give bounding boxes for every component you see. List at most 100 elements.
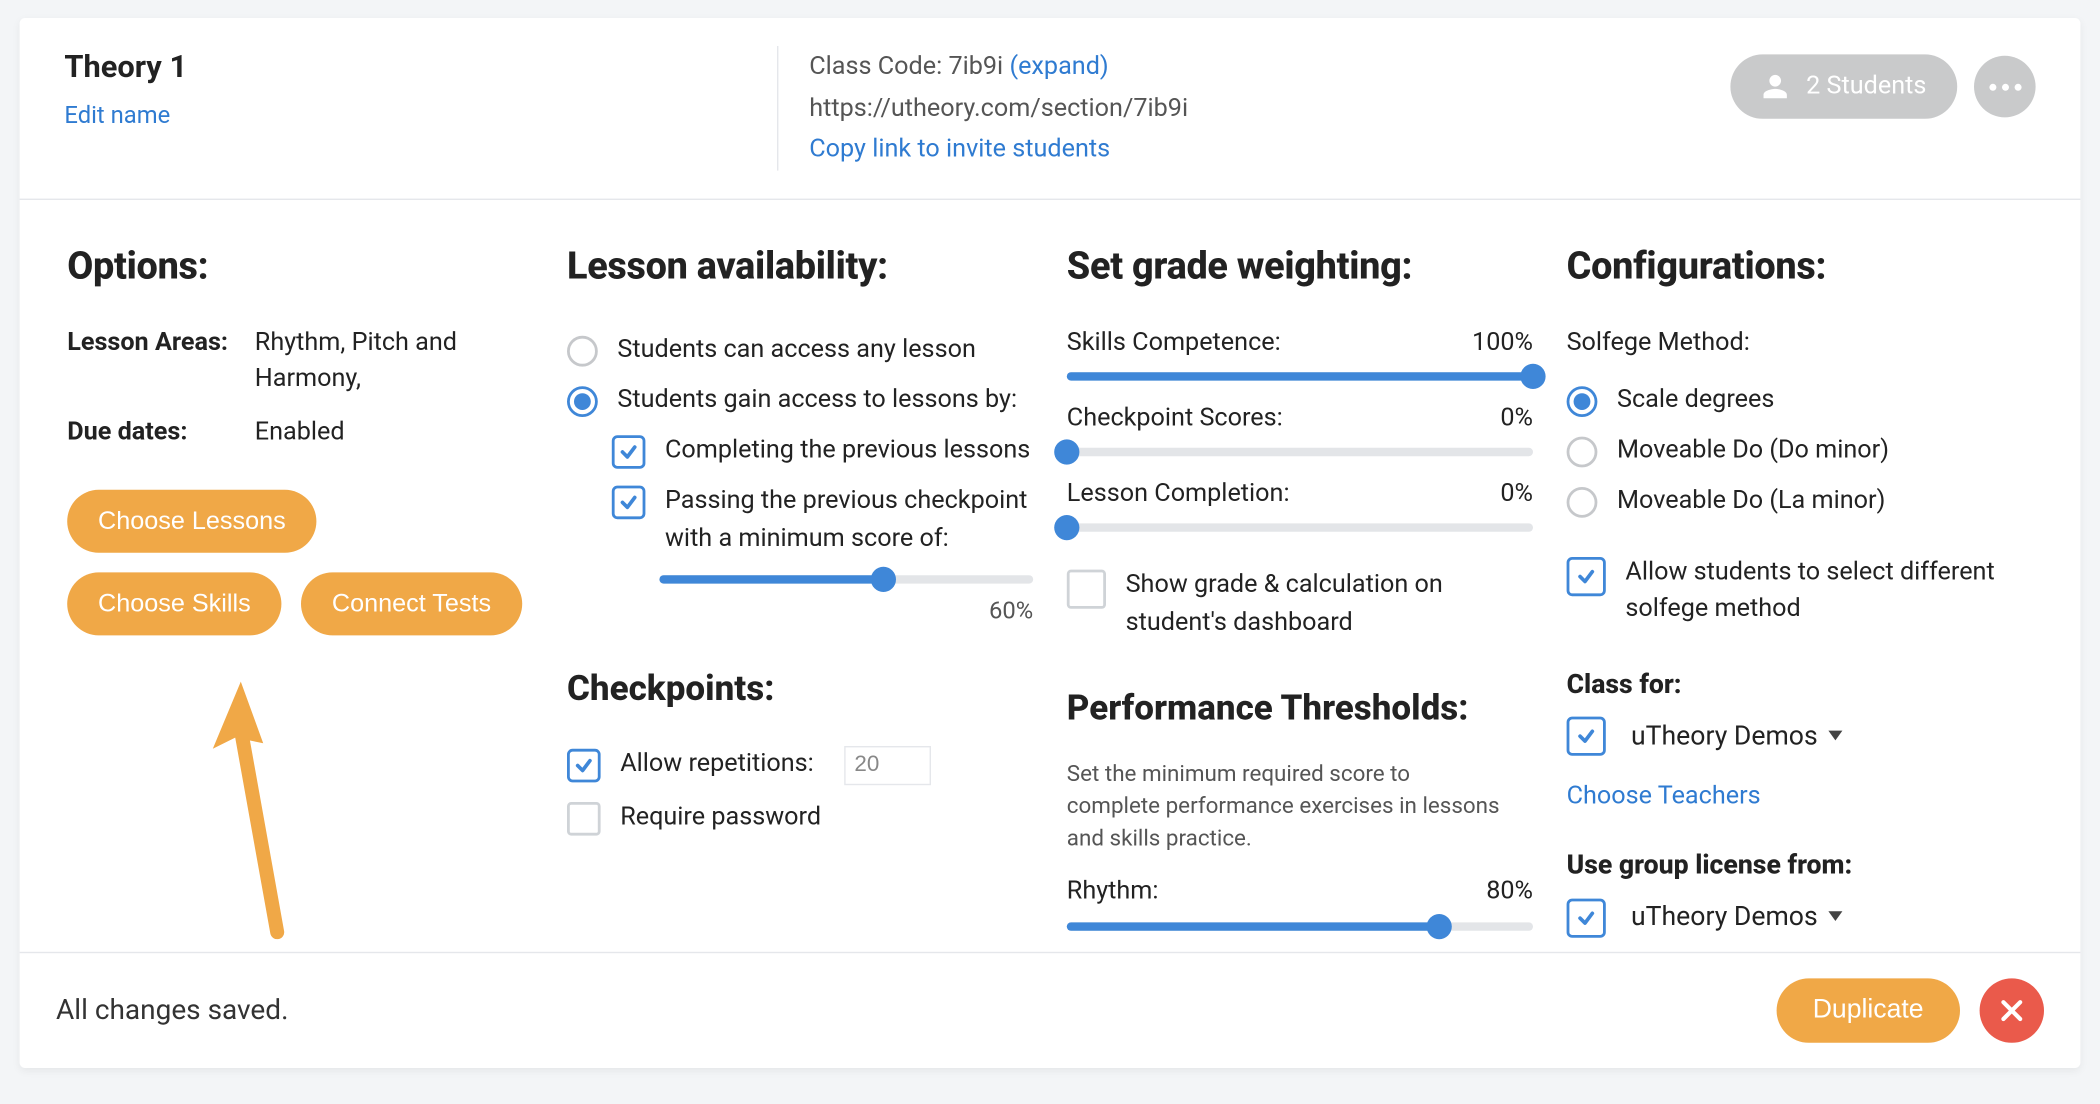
availability-heading: Lesson availability: [567, 239, 1033, 294]
save-status: All changes saved. [56, 990, 288, 1031]
checkpoints-heading: Checkpoints: [567, 665, 1033, 716]
allow-repetitions[interactable]: Allow repetitions: [567, 738, 1033, 791]
class-title-block: Theory 1 Edit name [64, 46, 680, 134]
solfege-do-minor[interactable]: Moveable Do (Do minor) [1567, 426, 2033, 477]
close-button[interactable] [1980, 978, 2044, 1042]
options-heading: Options: [67, 239, 533, 294]
min-score-slider-block: 60% [659, 575, 1033, 629]
radio-icon [1567, 387, 1598, 418]
weight-label: Lesson Completion: [1067, 476, 1290, 513]
weight-completion: Lesson Completion: 0% [1067, 476, 1533, 532]
settings-card: Theory 1 Edit name Class Code: 7ib9i (ex… [20, 18, 2081, 1068]
connect-tests-button[interactable]: Connect Tests [301, 573, 522, 636]
license-dropdown[interactable]: uTheory Demos [1631, 897, 1843, 936]
choose-teachers-link[interactable]: Choose Teachers [1567, 779, 2033, 816]
license-value: uTheory Demos [1631, 897, 1818, 936]
copy-link[interactable]: Copy link to invite students [809, 129, 1537, 171]
checkbox-icon [567, 801, 601, 835]
weight-label: Skills Competence: [1067, 325, 1281, 362]
card-footer: All changes saved. Duplicate [20, 952, 2081, 1068]
configurations-column: Configurations: Solfege Method: Scale de… [1567, 239, 2033, 937]
license-row: uTheory Demos [1567, 896, 2033, 938]
checkbox-icon [612, 436, 646, 470]
radio-icon [567, 336, 598, 367]
weight-value: 0% [1500, 476, 1533, 513]
condition-previous-lessons[interactable]: Completing the previous lessons [612, 426, 1033, 477]
configurations-heading: Configurations: [1567, 239, 2033, 294]
show-grade[interactable]: Show grade & calculation on student's da… [1067, 560, 1533, 647]
option-label: Lesson Areas: [67, 325, 235, 398]
class-code-label: Class Code: [809, 52, 942, 81]
edit-name-link[interactable]: Edit name [64, 99, 680, 133]
checkbox-icon[interactable] [1567, 899, 1606, 938]
content-grid: Options: Lesson Areas: Rhythm, Pitch and… [20, 200, 2081, 952]
availability-gain-access-label: Students gain access to lessons by: [617, 382, 1017, 419]
dot-icon [2001, 83, 2008, 90]
class-title: Theory 1 [64, 46, 680, 91]
radio-icon [567, 387, 598, 418]
option-value: Rhythm, Pitch and Harmony, [255, 325, 534, 398]
solfege-option-label: Moveable Do (Do minor) [1617, 433, 1889, 470]
solfege-scale-degrees[interactable]: Scale degrees [1567, 375, 2033, 426]
threshold-value: 80% [1486, 874, 1533, 911]
class-for-value: uTheory Demos [1631, 716, 1818, 755]
weight-skills: Skills Competence: 100% [1067, 325, 1533, 381]
weight-label: Checkpoint Scores: [1067, 401, 1283, 438]
allow-student-select-label: Allow students to select different solfe… [1625, 554, 2032, 627]
thresholds-heading: Performance Thresholds: [1067, 684, 1533, 735]
radio-icon [1567, 437, 1598, 468]
thresholds-description: Set the minimum required score to comple… [1067, 757, 1501, 854]
class-for-dropdown[interactable]: uTheory Demos [1631, 716, 1843, 755]
allow-student-select[interactable]: Allow students to select different solfe… [1567, 547, 2033, 634]
radio-icon [1567, 488, 1598, 519]
weight-value: 100% [1472, 325, 1533, 362]
solfege-la-minor[interactable]: Moveable Do (La minor) [1567, 476, 2033, 527]
class-for-row: uTheory Demos [1567, 714, 2033, 756]
availability-gain-access[interactable]: Students gain access to lessons by: [567, 375, 1033, 426]
require-password[interactable]: Require password [567, 792, 1033, 843]
dot-icon [2014, 83, 2021, 90]
arrow-line-icon [241, 729, 277, 932]
weight-checkpoint: Checkpoint Scores: 0% [1067, 401, 1533, 457]
students-pill[interactable]: 2 Students [1731, 54, 1958, 119]
weight-completion-slider[interactable] [1067, 524, 1533, 532]
overflow-menu[interactable] [1974, 56, 2036, 118]
min-score-value: 60% [659, 594, 1033, 628]
class-info: Class Code: 7ib9i (expand) https://utheo… [777, 46, 1537, 171]
choose-skills-button[interactable]: Choose Skills [67, 573, 281, 636]
threshold-label: Rhythm: [1067, 874, 1159, 911]
close-icon [1998, 997, 2026, 1025]
options-column: Options: Lesson Areas: Rhythm, Pitch and… [67, 239, 533, 937]
min-score-slider[interactable] [659, 575, 1033, 583]
choose-lessons-button[interactable]: Choose Lessons [67, 490, 316, 553]
dot-icon [1989, 83, 1996, 90]
condition-previous-checkpoint[interactable]: Passing the previous checkpoint with a m… [612, 476, 1033, 563]
solfege-method-label: Solfege Method: [1567, 325, 2033, 362]
caret-down-icon [1829, 730, 1843, 740]
weighting-column: Set grade weighting: Skills Competence: … [1067, 239, 1533, 937]
students-count: 2 Students [1806, 68, 1926, 105]
solfege-option-label: Moveable Do (La minor) [1617, 483, 1885, 520]
condition-previous-checkpoint-label: Passing the previous checkpoint with a m… [665, 483, 1033, 556]
card-header: Theory 1 Edit name Class Code: 7ib9i (ex… [20, 18, 2081, 200]
weighting-heading: Set grade weighting: [1067, 239, 1533, 294]
require-password-label: Require password [620, 799, 821, 836]
weight-checkpoint-slider[interactable] [1067, 448, 1533, 456]
checkbox-icon [612, 486, 646, 520]
class-code: 7ib9i [948, 52, 1003, 81]
checkbox-icon [1067, 570, 1106, 609]
option-lesson-areas: Lesson Areas: Rhythm, Pitch and Harmony, [67, 325, 533, 398]
caret-down-icon [1829, 912, 1843, 922]
duplicate-button[interactable]: Duplicate [1776, 978, 1960, 1042]
weight-skills-slider[interactable] [1067, 373, 1533, 381]
person-icon [1761, 73, 1789, 101]
availability-any-lesson[interactable]: Students can access any lesson [567, 325, 1033, 376]
expand-link[interactable]: (expand) [1009, 52, 1108, 81]
repetitions-input[interactable] [845, 745, 932, 784]
threshold-rhythm-slider[interactable] [1067, 922, 1533, 930]
class-for-label: Class for: [1567, 664, 2033, 703]
checkbox-icon[interactable] [1567, 717, 1606, 756]
option-label: Due dates: [67, 415, 235, 452]
header-actions: 2 Students [1731, 46, 2036, 119]
show-grade-label: Show grade & calculation on student's da… [1126, 567, 1533, 640]
